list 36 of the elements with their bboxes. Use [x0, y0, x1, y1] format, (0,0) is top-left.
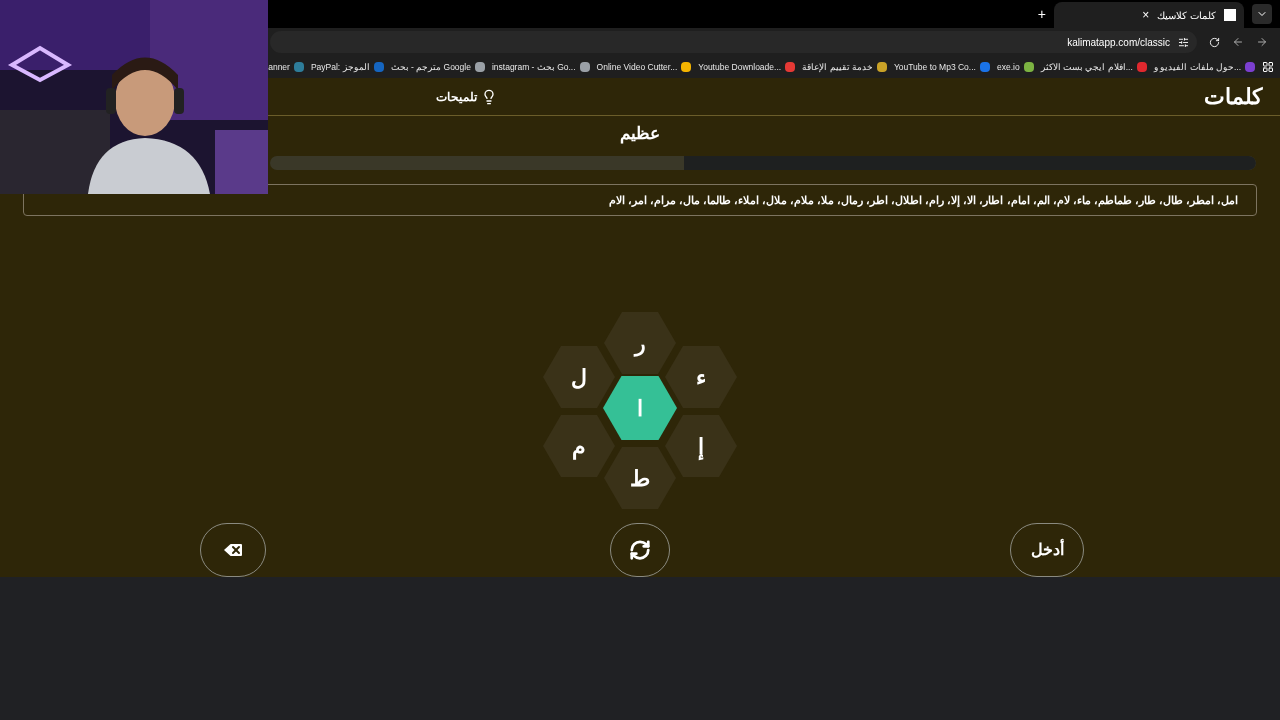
bookmark[interactable]: Youtube Downloade...	[698, 60, 796, 74]
tab-list-icon[interactable]	[1252, 4, 1272, 24]
bookmark[interactable]: خدمة تقييم الإعاقة	[802, 60, 887, 74]
letter-tile[interactable]: ء	[665, 346, 737, 408]
letter-tile[interactable]: ط	[604, 447, 676, 509]
bookmark[interactable]: YouTube to Mp3 Co...	[893, 60, 990, 74]
lightbulb-icon	[481, 88, 497, 105]
url-text: kalimatapp.com/classic	[1067, 35, 1170, 50]
bookmark[interactable]: anner	[268, 60, 304, 74]
letter-tile[interactable]: ر	[604, 312, 676, 374]
reload-icon[interactable]	[1209, 36, 1220, 48]
site-logo[interactable]: كلمات	[1204, 80, 1262, 113]
bookmark[interactable]: PayPal: الموجز	[310, 60, 384, 74]
rank-label: عظيم	[620, 122, 660, 146]
tab-close-button[interactable]: ×	[1142, 6, 1150, 24]
bookmark[interactable]: افلام ايجي بست الاكثر...	[1040, 60, 1147, 74]
letter-tile[interactable]: م	[543, 415, 615, 477]
letter-tile[interactable]: ل	[543, 346, 615, 408]
new-tab-button[interactable]: +	[1037, 3, 1046, 25]
site-settings-icon[interactable]	[1178, 36, 1189, 48]
apps-icon[interactable]	[1262, 61, 1274, 73]
bookmark[interactable]: instagram - بحث Go...	[491, 60, 590, 74]
refresh-icon	[629, 539, 651, 561]
bookmark[interactable]: exe.io	[996, 60, 1034, 74]
tab-icon	[1224, 9, 1236, 21]
letter-tile[interactable]: إ	[665, 415, 737, 477]
bookmark[interactable]: Online Video Cutter...	[596, 60, 692, 74]
tab-title: كلمات كلاسيك	[1157, 8, 1216, 23]
browser-tab[interactable]: كلمات كلاسيك ×	[1054, 2, 1244, 28]
back-icon[interactable]	[1232, 36, 1244, 48]
bookmark[interactable]: مترجم - بحث Google	[390, 60, 485, 74]
bookmark[interactable]: حول ملفات الفيديو و...	[1153, 60, 1255, 74]
found-words-text: امل، امطر، طال، طار، طماطم، ماء، لام، الم، امام، اطار، الا، إلا، رام، اطلال، اطر، رمال، ملا، ملام، ملال، املاء، طالما، مال، مرام، امر، الام	[608, 192, 1238, 209]
address-bar[interactable]: kalimatapp.com/classic	[270, 31, 1197, 53]
hints-button[interactable]: تلميحات	[436, 87, 497, 106]
forward-icon[interactable]	[1256, 36, 1268, 48]
